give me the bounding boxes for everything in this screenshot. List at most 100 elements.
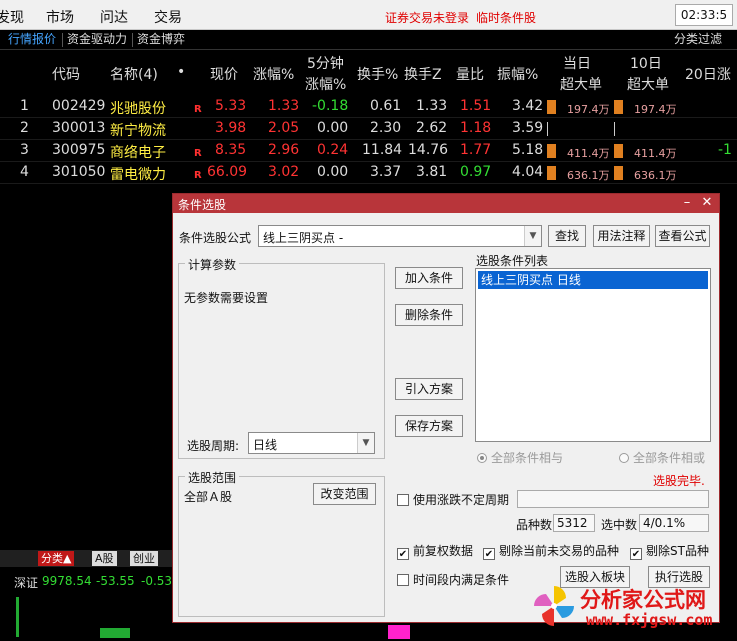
range-group: 选股范围 全部Ａ股 改变范围 [178, 469, 385, 617]
min5-change: 0.24 [317, 142, 349, 158]
change-pct: 3.02 [268, 164, 300, 180]
menu-discover[interactable]: 发现 [0, 7, 24, 27]
add-condition-button[interactable]: 加入条件 [395, 267, 463, 289]
view-formula-button[interactable]: 查看公式 [655, 225, 710, 247]
pinwheel-icon [534, 586, 574, 626]
dialog-title: 条件选股 [178, 198, 227, 212]
uncertain-period-field[interactable] [517, 490, 709, 508]
usage-notes-button[interactable]: 用法注释 [593, 225, 650, 247]
radio-dot [477, 453, 487, 463]
tab-a-share[interactable]: A股 [92, 551, 117, 566]
menu-wenda[interactable]: 问达 [100, 7, 128, 27]
find-button[interactable]: 查找 [548, 225, 586, 247]
chk-uncertain-period[interactable]: 使用涨跌不定周期 [397, 491, 509, 508]
volume-ratio: 0.97 [460, 164, 492, 180]
tab-quotes[interactable]: 行情报价 [4, 30, 60, 50]
change-pct: 2.05 [268, 120, 300, 136]
table-row[interactable]: 4 301050 雷电微力 R 66.09 3.02 0.00 3.37 3.8… [0, 162, 737, 184]
col-10day-line1[interactable]: 10日 [630, 53, 662, 73]
col-10day-line2[interactable]: 超大单 [627, 74, 669, 94]
day-big-value: 411.4万 [567, 147, 610, 160]
menu-market[interactable]: 市场 [46, 7, 74, 27]
dialog-titlebar[interactable]: 条件选股 – ✕ [173, 194, 719, 213]
index-value: 9978.54 [42, 574, 92, 588]
range-group-title: 选股范围 [185, 469, 240, 486]
tab-fund-game[interactable]: 资金博弈 [133, 30, 189, 50]
col-dot[interactable]: • [177, 64, 185, 80]
volume-bar [100, 628, 130, 638]
chk-exclude-untraded[interactable]: ✔ 剔除当前未交易的品种 [483, 542, 619, 560]
ten-big-bar [614, 166, 623, 180]
col-day-big-line1[interactable]: 当日 [563, 53, 591, 73]
category-filter[interactable]: 分类过滤 [670, 30, 726, 50]
change-pct: 2.96 [268, 142, 300, 158]
period-select[interactable]: 日线 ▼ [248, 432, 375, 454]
col-20day[interactable]: 20日涨 [685, 64, 731, 84]
chk-adjusted-data[interactable]: ✔ 前复权数据 [397, 542, 473, 560]
chk-time-range[interactable]: 时间段内满足条件 [397, 571, 509, 588]
minimize-icon[interactable]: – [677, 194, 697, 213]
table-row[interactable]: 3 300975 商络电子 R 8.35 2.96 0.24 11.84 14.… [0, 140, 737, 162]
amplitude: 5.18 [512, 142, 544, 158]
import-scheme-button[interactable]: 引入方案 [395, 378, 463, 400]
temp-condition-stocks[interactable]: 临时条件股 [476, 9, 536, 26]
table-row[interactable]: 1 002429 兆驰股份 R 5.33 1.33 -0.18 0.61 1.3… [0, 96, 737, 118]
index-name: 深证 [14, 576, 39, 590]
stock-code: 300013 [52, 120, 106, 136]
close-icon[interactable]: ✕ [697, 194, 717, 213]
turnover-z: 14.76 [408, 142, 449, 158]
turnover: 3.37 [370, 164, 402, 180]
chk-exclude-st[interactable]: ✔ 剔除ST品种 [630, 542, 709, 560]
radio-all-and-label: 全部条件相与 [491, 451, 564, 465]
selected-label: 选中数 [601, 518, 638, 532]
volume-ratio: 1.51 [460, 98, 492, 114]
col-turnover-z[interactable]: 换手Z [404, 64, 442, 84]
day-big-bar [547, 144, 556, 158]
done-status: 选股完毕. [653, 474, 705, 488]
col-volume-ratio[interactable]: 量比 [456, 64, 484, 84]
tab-chinext[interactable]: 创业 [130, 551, 158, 566]
stock-name: 商络电子 [110, 145, 166, 161]
turnover-z: 1.33 [416, 98, 448, 114]
chevron-down-icon[interactable]: ▼ [524, 226, 541, 246]
price: 5.33 [215, 98, 247, 114]
chk-uncertain-period-label: 使用涨跌不定周期 [413, 493, 510, 507]
min5-change: 0.00 [317, 120, 349, 136]
table-row[interactable]: 2 300013 新宁物流 3.98 2.05 0.00 2.30 2.62 1… [0, 118, 737, 140]
login-status[interactable]: 证券交易未登录 [385, 9, 469, 26]
row-index: 1 [20, 98, 29, 114]
list-item[interactable]: 线上三阴买点 日线 [478, 271, 708, 289]
col-day-big-line2[interactable]: 超大单 [560, 74, 602, 94]
col-5min-line1[interactable]: 5分钟 [307, 53, 344, 73]
turnover: 0.61 [370, 98, 402, 114]
change-range-button[interactable]: 改变范围 [313, 483, 376, 505]
formula-select[interactable]: 线上三阴买点 - ▼ [258, 225, 542, 247]
col-name[interactable]: 名称(4) [110, 64, 158, 84]
table-header: 代码 名称(4) • 现价 涨幅% 5分钟 涨幅% 换手% 换手Z 量比 振幅%… [0, 52, 737, 94]
index-ticker: 深证 9978.54 -53.55 -0.53% [0, 572, 200, 590]
col-change[interactable]: 涨幅% [253, 64, 294, 84]
delete-condition-button[interactable]: 删除条件 [395, 304, 463, 326]
col-code[interactable]: 代码 [52, 64, 80, 84]
col-amplitude[interactable]: 振幅% [497, 64, 538, 84]
params-text: 无参数需要设置 [184, 291, 269, 305]
day-big-bar [547, 166, 556, 180]
volume-bar [16, 597, 19, 637]
chk-adjusted-data-label: 前复权数据 [413, 544, 474, 558]
day-big-value: 636.1万 [567, 169, 610, 182]
col-price[interactable]: 现价 [210, 64, 238, 84]
menu-trade[interactable]: 交易 [154, 7, 182, 27]
logo-title: 分析家公式网 [580, 588, 706, 612]
condition-list[interactable]: 线上三阴买点 日线 [475, 268, 711, 442]
tab-fund-drive[interactable]: 资金驱动力 [63, 30, 131, 50]
col-5min-line2[interactable]: 涨幅% [305, 74, 346, 94]
col-turnover[interactable]: 换手% [357, 64, 398, 84]
stock-code: 002429 [52, 98, 106, 114]
radio-all-or[interactable]: 全部条件相或 [619, 449, 705, 466]
radio-all-and[interactable]: 全部条件相与 [477, 449, 563, 466]
financing-flag: R [194, 170, 202, 181]
tab-category[interactable]: 分类▲ [38, 551, 75, 566]
chevron-down-icon[interactable]: ▼ [357, 433, 374, 453]
save-scheme-button[interactable]: 保存方案 [395, 415, 463, 437]
stock-code: 301050 [52, 164, 106, 180]
